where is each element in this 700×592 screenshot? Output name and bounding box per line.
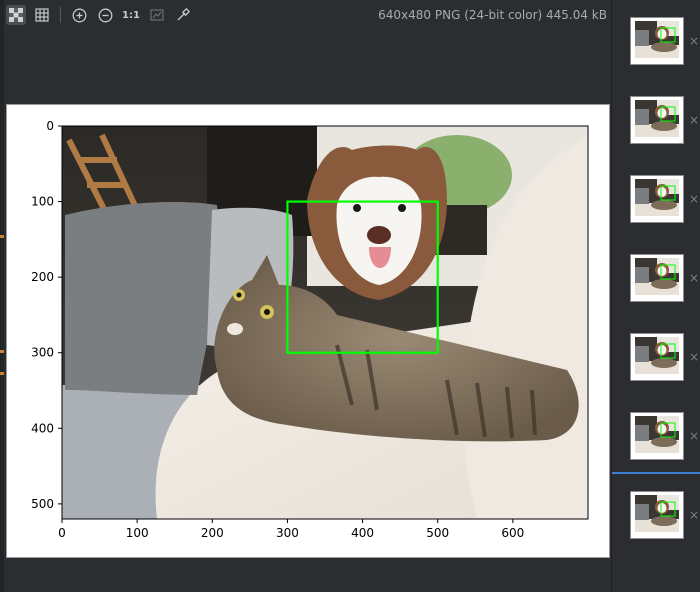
x-tick-label: 0	[58, 526, 66, 540]
y-axis: 0 100 200 300 400 500	[31, 119, 62, 511]
thumbnail-item[interactable]	[630, 17, 684, 65]
file-info-label: 640x480 PNG (24-bit color) 445.04 kB	[378, 8, 607, 22]
thumbnail-item[interactable]	[630, 254, 684, 302]
y-tick-label: 500	[31, 497, 54, 511]
close-icon[interactable]: ×	[689, 35, 699, 47]
thumbnail-item[interactable]	[630, 333, 684, 381]
fit-to-window-icon[interactable]	[147, 5, 167, 25]
annotated-image-plot: 0 100 200 300 400 500 600 0 100 200 300 400 500	[31, 119, 589, 540]
close-icon[interactable]: ×	[689, 430, 699, 442]
y-tick-label: 0	[46, 119, 54, 133]
grid-icon[interactable]	[32, 5, 52, 25]
x-axis: 0 100 200 300 400 500 600	[58, 519, 524, 540]
thumbnail-image	[631, 334, 683, 380]
thumbnail-image	[631, 255, 683, 301]
thumbnail-item[interactable]	[630, 96, 684, 144]
actual-size-button[interactable]: 1:1	[121, 5, 141, 25]
thumbnail-image	[631, 413, 683, 459]
chessboard-icon[interactable]	[6, 5, 26, 25]
y-tick-label: 100	[31, 195, 54, 209]
x-tick-label: 600	[501, 526, 524, 540]
close-icon[interactable]: ×	[689, 114, 699, 126]
thumbnail-image	[631, 18, 683, 64]
y-tick-label: 300	[31, 346, 54, 360]
x-tick-label: 300	[276, 526, 299, 540]
close-icon[interactable]: ×	[689, 351, 699, 363]
thumbnail-image	[631, 492, 683, 538]
color-picker-icon[interactable]	[173, 5, 193, 25]
selection-indicator	[612, 472, 700, 474]
zoom-in-icon[interactable]	[69, 5, 89, 25]
thumbnail-image	[631, 97, 683, 143]
thumbnail-image	[631, 176, 683, 222]
photo	[62, 126, 588, 519]
y-tick-label: 200	[31, 270, 54, 284]
x-tick-label: 500	[426, 526, 449, 540]
close-icon[interactable]: ×	[689, 509, 699, 521]
thumbnail-item[interactable]	[630, 412, 684, 460]
x-tick-label: 400	[351, 526, 374, 540]
close-icon[interactable]: ×	[689, 193, 699, 205]
x-tick-label: 100	[126, 526, 149, 540]
thumbnail-item[interactable]	[630, 491, 684, 539]
thumbnail-strip: × × × × × × ×	[611, 0, 700, 592]
x-tick-label: 200	[201, 526, 224, 540]
thumbnail-item[interactable]	[630, 175, 684, 223]
zoom-out-icon[interactable]	[95, 5, 115, 25]
viewer-toolbar: 1:1	[6, 4, 193, 26]
left-gutter	[0, 0, 4, 592]
image-canvas[interactable]: 0 100 200 300 400 500 600 0 100 200 300 400 500	[6, 104, 610, 558]
toolbar-separator	[60, 7, 61, 23]
y-tick-label: 400	[31, 421, 54, 435]
image-viewer: 1:1 640x480 PNG (24-bit color) 445.04 kB	[0, 0, 611, 592]
close-icon[interactable]: ×	[689, 272, 699, 284]
